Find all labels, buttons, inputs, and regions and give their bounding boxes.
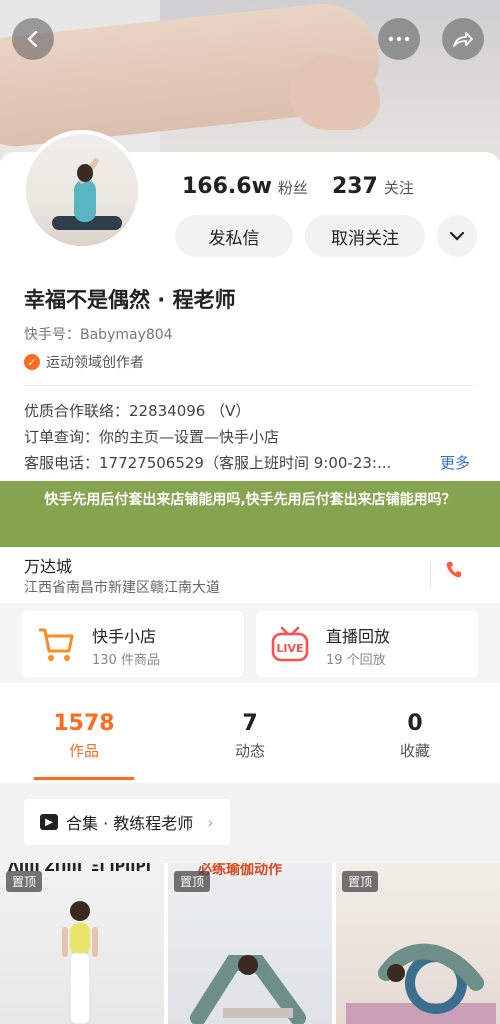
tab-favorites-count: 0 bbox=[407, 711, 423, 736]
collection-label: 合集 · 教练程老师 bbox=[66, 814, 194, 833]
more-icon bbox=[388, 36, 410, 42]
thumb-figure bbox=[346, 943, 496, 1024]
avatar[interactable] bbox=[22, 130, 142, 250]
fans-stat[interactable]: 166.6w 粉丝 bbox=[182, 174, 308, 199]
collection-chip[interactable]: ▶ 合集 · 教练程老师 › bbox=[24, 799, 230, 845]
collection-section: ▶ 合集 · 教练程老师 › bbox=[0, 783, 500, 863]
divider bbox=[24, 385, 476, 386]
play-icon: ▶ bbox=[40, 814, 58, 830]
cart-icon bbox=[39, 628, 74, 661]
info-line-1: 优质合作联络：22834096 （V） bbox=[24, 402, 251, 420]
address-line: 江西省南昌市新建区赣江南大道 bbox=[24, 580, 220, 596]
phone-icon[interactable] bbox=[446, 561, 462, 584]
chevron-right-icon: › bbox=[207, 812, 214, 832]
content-tabs: 1578 作品 7 动态 0 收藏 bbox=[0, 683, 500, 783]
pinned-badge: 置顶 bbox=[6, 871, 43, 892]
creator-badge[interactable]: ✓ 运动领域创作者 bbox=[24, 352, 144, 372]
back-icon bbox=[27, 30, 38, 48]
video-thumb-caption: 必练瑜伽动作 bbox=[198, 863, 282, 878]
tab-works-count: 1578 bbox=[53, 711, 115, 736]
video-thumb[interactable]: 必练瑜伽动作 置顶 bbox=[168, 863, 332, 1024]
shop-card-title: 快手小店 bbox=[92, 627, 157, 646]
unfollow-button[interactable]: 取消关注 bbox=[305, 215, 425, 257]
tab-works[interactable]: 1578 作品 bbox=[24, 711, 144, 761]
profile-name: 幸福不是偶然 · 程老师 bbox=[24, 288, 236, 312]
chevron-down-icon bbox=[449, 231, 465, 241]
kuaishou-id[interactable]: 快手号：Babymay804 bbox=[24, 324, 173, 344]
thumb-figure bbox=[190, 955, 306, 1024]
check-icon: ✓ bbox=[24, 354, 40, 370]
address-separator bbox=[430, 563, 431, 587]
shop-card[interactable]: 快手小店 130 件商品 bbox=[22, 611, 244, 677]
shop-cards: 快手小店 130 件商品 LIVE 直播回放 19 个回放 bbox=[0, 603, 500, 683]
profile-stats: 166.6w 粉丝 237 关注 bbox=[182, 174, 414, 199]
following-label: 关注 bbox=[383, 179, 414, 197]
tab-favorites-label: 收藏 bbox=[399, 742, 430, 760]
expand-button[interactable] bbox=[437, 215, 477, 257]
svg-text:LIVE: LIVE bbox=[276, 642, 303, 655]
video-thumb[interactable]: ΛΙΙΙΙ ΖΠΙΙΓ ΞΙ ΙΡΙΙΡΙ 置顶 bbox=[0, 863, 164, 1024]
share-button[interactable] bbox=[442, 18, 484, 60]
video-grid: ΛΙΙΙΙ ΖΠΙΙΓ ΞΙ ΙΡΙΙΡΙ 置顶 必练瑜伽动作 置顶 置顶 bbox=[0, 863, 500, 1024]
address-title: 万达城 bbox=[24, 557, 73, 576]
back-button[interactable] bbox=[12, 18, 54, 60]
fans-label: 粉丝 bbox=[277, 179, 308, 197]
following-stat[interactable]: 237 关注 bbox=[332, 174, 414, 199]
avatar-figure-head bbox=[77, 164, 93, 182]
video-thumb[interactable]: 置顶 bbox=[336, 863, 500, 1024]
address-row[interactable]: 万达城 江西省南昌市新建区赣江南大道 bbox=[0, 547, 500, 603]
more-info-link[interactable]: 更多 bbox=[440, 452, 470, 473]
overlay-banner: 快手先用后付套出来店铺能用吗,快手先用后付套出来店铺能用吗？ bbox=[0, 481, 500, 547]
tab-moments-label: 动态 bbox=[234, 742, 265, 760]
live-replay-card[interactable]: LIVE 直播回放 19 个回放 bbox=[256, 611, 478, 677]
more-button[interactable] bbox=[378, 18, 420, 60]
info-line-3: 客服电话：17727506529（客服上班时间 9:00-23:... bbox=[24, 454, 392, 472]
thumb-figure bbox=[62, 901, 98, 1024]
following-count: 237 bbox=[331, 174, 378, 199]
avatar-figure-body bbox=[74, 180, 96, 222]
share-icon bbox=[453, 32, 473, 47]
active-tab-indicator bbox=[34, 777, 134, 780]
shop-card-sub: 130 件商品 bbox=[92, 653, 160, 668]
message-button[interactable]: 发私信 bbox=[175, 215, 293, 257]
live-replay-sub: 19 个回放 bbox=[326, 653, 386, 668]
tab-favorites[interactable]: 0 收藏 bbox=[355, 711, 475, 761]
info-line-2: 订单查询：你的主页—设置—快手小店 bbox=[24, 428, 280, 446]
tab-works-label: 作品 bbox=[68, 742, 99, 760]
live-replay-title: 直播回放 bbox=[326, 627, 391, 646]
tab-moments[interactable]: 7 动态 bbox=[190, 711, 310, 761]
pinned-badge: 置顶 bbox=[174, 871, 211, 892]
fans-count: 166.6w bbox=[182, 174, 272, 199]
pinned-badge: 置顶 bbox=[342, 871, 379, 892]
live-icon: LIVE bbox=[271, 626, 309, 662]
creator-badge-label: 运动领域创作者 bbox=[46, 355, 144, 371]
tab-moments-count: 7 bbox=[242, 711, 258, 736]
